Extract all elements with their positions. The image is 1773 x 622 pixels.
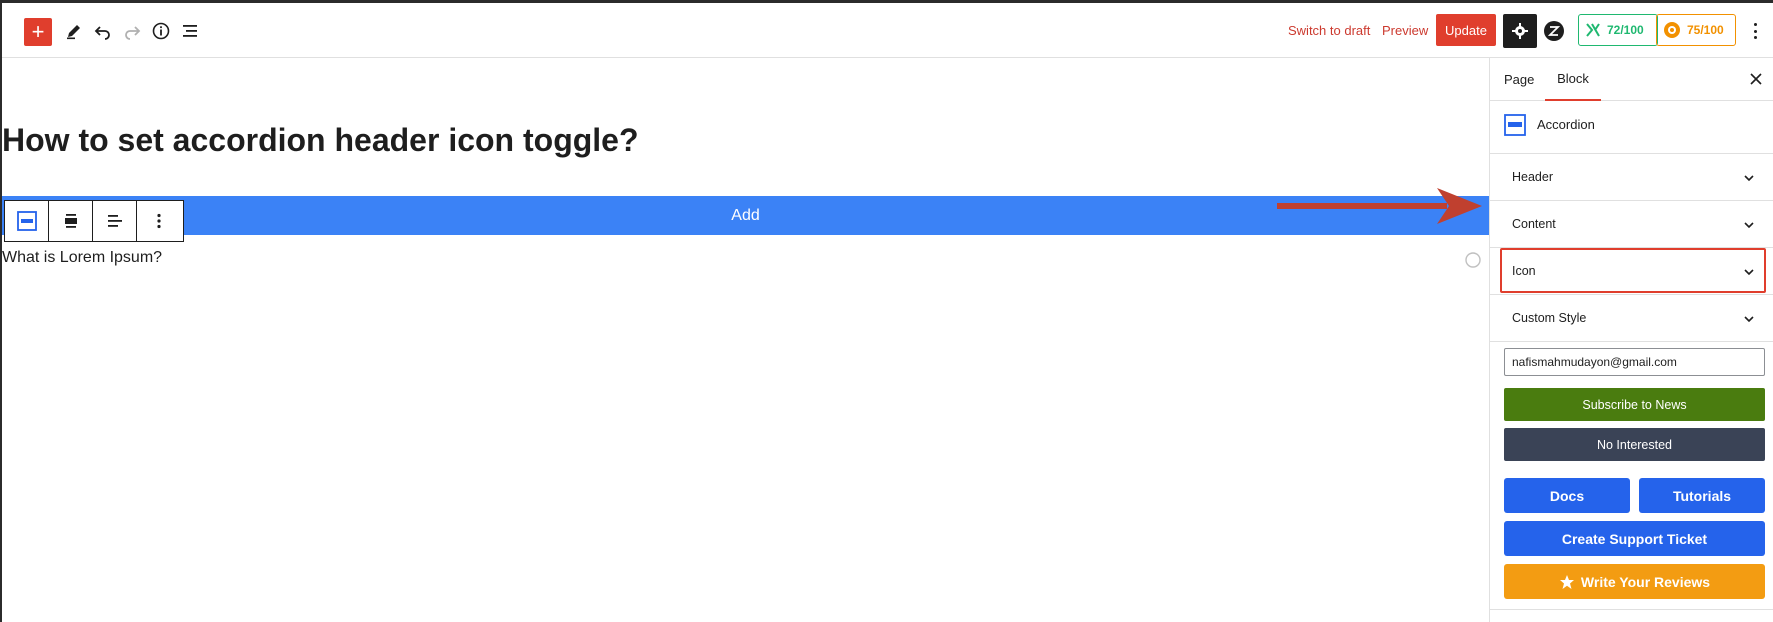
panel-custom-style[interactable]: Custom Style	[1490, 295, 1773, 342]
readability-plugin-icon	[1664, 22, 1680, 38]
seo-score-badge[interactable]: 72/100	[1578, 14, 1658, 46]
text-align-left-icon[interactable]	[93, 201, 137, 241]
email-field[interactable]	[1504, 348, 1765, 376]
switch-to-draft-link[interactable]: Switch to draft	[1288, 23, 1370, 38]
settings-gear-icon[interactable]	[1503, 14, 1537, 48]
accordion-add-button[interactable]: Add	[2, 196, 1489, 235]
info-icon[interactable]	[147, 17, 175, 45]
block-options-icon[interactable]	[137, 201, 181, 241]
panel-header-label: Header	[1512, 170, 1553, 184]
sidebar-tabs: Page Block	[1490, 58, 1773, 101]
editor-top-toolbar: + Switch to draft Preview Update 72/100 …	[2, 3, 1773, 58]
editor-canvas: How to set accordion header icon toggle?…	[2, 58, 1489, 622]
chevron-down-icon	[1744, 222, 1754, 229]
chevron-down-icon	[1744, 269, 1754, 276]
panel-content[interactable]: Content	[1490, 201, 1773, 248]
redo-icon[interactable]	[118, 17, 146, 45]
settings-sidebar: Page Block Accordion Header Content Icon…	[1489, 58, 1773, 622]
subscribe-button[interactable]: Subscribe to News	[1504, 388, 1765, 421]
sidebar-divider	[1490, 609, 1773, 610]
update-button[interactable]: Update	[1436, 14, 1496, 46]
readability-score-value: 75/100	[1687, 23, 1724, 37]
tab-page[interactable]: Page	[1504, 58, 1534, 101]
panel-custom-style-label: Custom Style	[1512, 311, 1587, 325]
annotation-arrow-icon	[1277, 188, 1482, 224]
seo-plugin-icon	[1586, 23, 1600, 37]
preview-link[interactable]: Preview	[1382, 23, 1428, 38]
star-icon	[1559, 574, 1574, 589]
panel-header[interactable]: Header	[1490, 154, 1773, 201]
tab-block[interactable]: Block	[1545, 58, 1601, 101]
pencil-icon[interactable]	[60, 17, 88, 45]
accordion-block-icon[interactable]	[5, 201, 49, 241]
undo-icon[interactable]	[89, 17, 117, 45]
block-toolbar	[4, 200, 184, 242]
close-icon[interactable]	[1748, 71, 1764, 87]
panel-icon[interactable]: Icon	[1490, 248, 1773, 295]
block-card: Accordion	[1490, 101, 1773, 154]
docs-button[interactable]: Docs	[1504, 478, 1630, 513]
chevron-down-icon	[1744, 316, 1754, 323]
block-card-title: Accordion	[1537, 117, 1595, 132]
tutorials-button[interactable]: Tutorials	[1639, 478, 1765, 513]
more-options-icon[interactable]	[1748, 21, 1762, 41]
panel-content-label: Content	[1512, 217, 1556, 231]
readability-score-badge[interactable]: 75/100	[1656, 14, 1736, 46]
post-title[interactable]: How to set accordion header icon toggle?	[2, 122, 639, 159]
write-reviews-button[interactable]: Write Your Reviews	[1504, 564, 1765, 599]
accordion-block-icon	[1504, 114, 1526, 136]
not-interested-button[interactable]: No Interested	[1504, 428, 1765, 461]
write-reviews-label: Write Your Reviews	[1580, 573, 1711, 590]
accordion-item-title[interactable]: What is Lorem Ipsum?	[2, 249, 162, 267]
seo-score-value: 72/100	[1607, 23, 1644, 37]
create-support-ticket-button[interactable]: Create Support Ticket	[1504, 521, 1765, 556]
plugin-z-icon[interactable]	[1544, 21, 1564, 41]
list-view-icon[interactable]	[176, 17, 204, 45]
chevron-down-icon	[1744, 175, 1754, 182]
accordion-toggle-icon[interactable]	[1464, 251, 1482, 269]
block-inserter-plus-icon[interactable]: +	[24, 18, 52, 46]
align-center-icon[interactable]	[49, 201, 93, 241]
panel-icon-label: Icon	[1512, 264, 1536, 278]
